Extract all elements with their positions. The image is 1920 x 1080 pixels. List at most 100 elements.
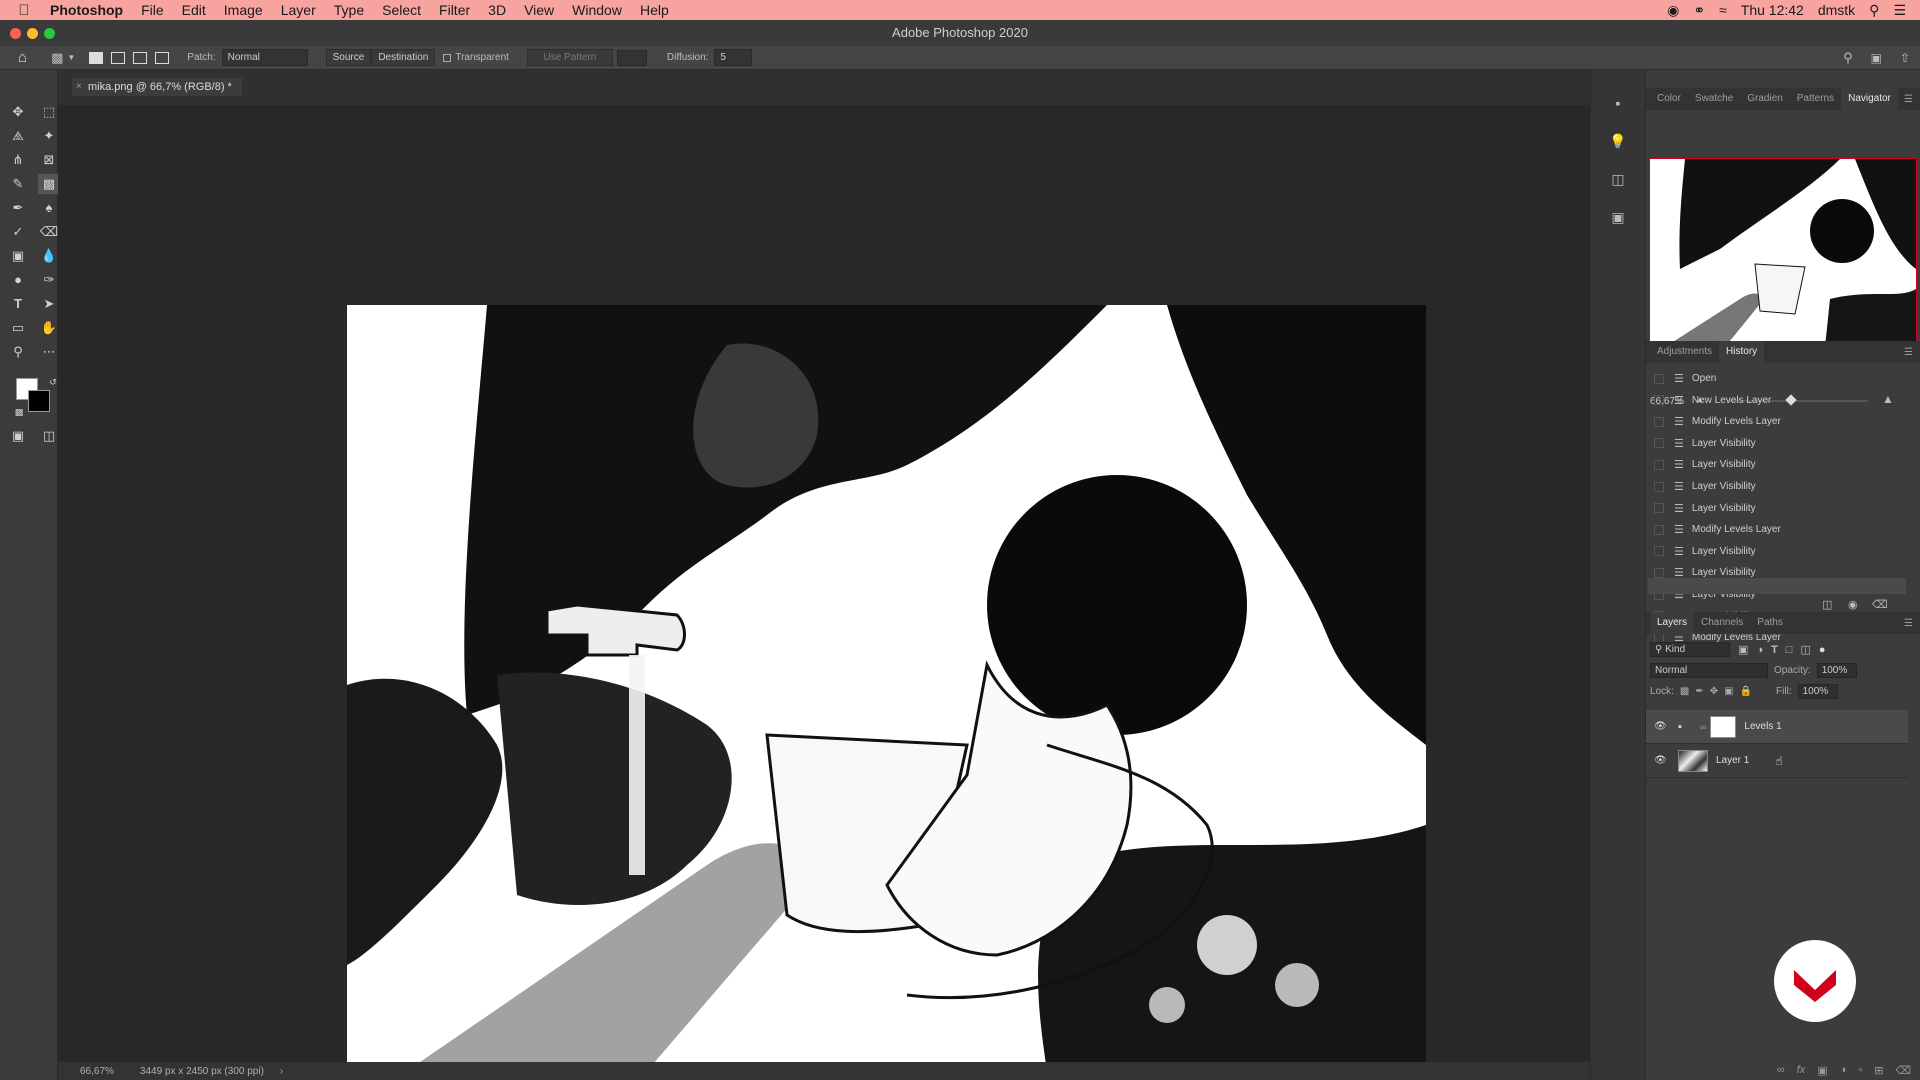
- history-brush-source-box[interactable]: [1654, 395, 1664, 406]
- share-icon[interactable]: ⇧: [1900, 51, 1910, 65]
- patch-mode-select[interactable]: Normal: [221, 49, 308, 66]
- history-state[interactable]: ☰ Layer Visibility: [1646, 433, 1906, 454]
- layer-visibility-eye-icon[interactable]: 👁: [1654, 755, 1668, 766]
- fill-input[interactable]: 100%: [1797, 684, 1838, 699]
- history-brush-tool-icon[interactable]: ✓: [7, 222, 29, 242]
- intersect-selection-icon[interactable]: [155, 51, 170, 64]
- history-state[interactable]: ☰ Modify Levels Layer: [1646, 519, 1906, 540]
- default-colors-icon[interactable]: ▩: [8, 402, 30, 422]
- crop-tool-icon[interactable]: ⋔: [7, 150, 29, 170]
- gradient-tool-icon[interactable]: ▣: [7, 246, 29, 266]
- clock[interactable]: Thu 12:42: [1741, 2, 1804, 18]
- status-menu-chevron-icon[interactable]: ›: [280, 1066, 283, 1077]
- tab-navigator[interactable]: Navigator: [1841, 88, 1898, 110]
- menu-layer[interactable]: Layer: [272, 2, 325, 18]
- menu-help[interactable]: Help: [631, 2, 678, 18]
- layer-row-layer-1[interactable]: 👁 Layer 1 ☝: [1646, 744, 1908, 778]
- spotlight-search-icon[interactable]: ⚲: [1869, 2, 1879, 19]
- delete-state-trash-icon[interactable]: ⌫: [1872, 598, 1888, 611]
- frame-tool-icon[interactable]: ⊠: [38, 150, 60, 170]
- history-brush-source-box[interactable]: [1654, 373, 1664, 384]
- properties-icon[interactable]: ▣: [1603, 204, 1633, 230]
- history-brush-source-box[interactable]: [1654, 481, 1664, 492]
- new-group-folder-icon[interactable]: ▫: [1858, 1064, 1862, 1076]
- menu-3d[interactable]: 3D: [479, 2, 515, 18]
- new-document-from-state-icon[interactable]: ◫: [1822, 598, 1832, 611]
- diffusion-input[interactable]: 5: [714, 49, 753, 66]
- libraries-icon[interactable]: ◫: [1603, 166, 1633, 192]
- layer-style-fx-icon[interactable]: fx: [1797, 1064, 1806, 1076]
- type-tool-icon[interactable]: T: [7, 294, 29, 314]
- add-mask-icon[interactable]: ▣: [1817, 1064, 1827, 1077]
- history-state[interactable]: ☰ Layer Visibility: [1646, 541, 1906, 562]
- layer-row-levels[interactable]: 👁 ▪ ∞ Levels 1: [1646, 710, 1908, 744]
- tab-channels[interactable]: Channels: [1694, 612, 1750, 634]
- learn-icon[interactable]: 💡: [1603, 128, 1633, 154]
- history-brush-source-box[interactable]: [1654, 438, 1664, 449]
- blur-tool-icon[interactable]: 💧: [38, 246, 60, 266]
- tab-layers[interactable]: Layers: [1650, 612, 1695, 634]
- marquee-tool-icon[interactable]: ⬚: [38, 102, 60, 122]
- menu-app[interactable]: Photoshop: [48, 2, 132, 18]
- layer-mask-thumbnail[interactable]: [1710, 715, 1737, 738]
- brush-tool-icon[interactable]: ✒: [7, 198, 29, 218]
- layer-visibility-eye-icon[interactable]: 👁: [1654, 721, 1668, 732]
- filter-adjustment-icon[interactable]: ◑: [1756, 644, 1763, 656]
- tab-paths[interactable]: Paths: [1750, 612, 1790, 634]
- tab-history[interactable]: History: [1719, 341, 1765, 363]
- patch-tool-icon[interactable]: ▩: [38, 174, 60, 194]
- layer-name[interactable]: Layer 1: [1716, 755, 1749, 766]
- more-tools-icon[interactable]: ⋯: [38, 342, 60, 362]
- filter-shape-icon[interactable]: □: [1786, 644, 1793, 656]
- layer-name[interactable]: Levels 1: [1744, 721, 1781, 732]
- link-layers-icon[interactable]: ∞: [1777, 1064, 1785, 1076]
- new-selection-icon[interactable]: [89, 51, 104, 64]
- eyedropper-tool-icon[interactable]: ✎: [7, 174, 29, 194]
- close-tab-icon[interactable]: ×: [76, 78, 82, 96]
- close-window-button[interactable]: [10, 28, 21, 39]
- menu-view[interactable]: View: [515, 2, 563, 18]
- dodge-tool-icon[interactable]: ●: [7, 270, 29, 290]
- apple-menu-icon[interactable]: : [0, 2, 48, 19]
- lasso-tool-icon[interactable]: ⧌: [7, 126, 29, 146]
- zoom-window-button[interactable]: [44, 28, 55, 39]
- history-brush-source-box[interactable]: [1654, 416, 1664, 427]
- navigator-preview[interactable]: [1649, 158, 1917, 348]
- filter-pixel-icon[interactable]: ▣: [1738, 643, 1748, 656]
- layer-kind-filter[interactable]: ⚲ Kind: [1650, 642, 1730, 657]
- tab-gradients[interactable]: Gradien: [1740, 88, 1790, 110]
- history-state[interactable]: ☰ Open: [1646, 368, 1906, 389]
- history-brush-source-box[interactable]: [1654, 524, 1664, 535]
- layer-thumbnail[interactable]: [1678, 749, 1708, 772]
- add-to-selection-icon[interactable]: [111, 51, 126, 64]
- lock-pixels-icon[interactable]: ✒: [1695, 686, 1703, 697]
- filter-smart-object-icon[interactable]: ◫: [1800, 643, 1810, 656]
- screen-mode-icon[interactable]: ◫: [38, 426, 60, 446]
- menu-filter[interactable]: Filter: [430, 2, 479, 18]
- canvas-area[interactable]: [58, 105, 1588, 1071]
- zoom-tool-icon[interactable]: ⚲: [7, 342, 29, 362]
- history-state[interactable]: ☰ Modify Levels Layer: [1646, 411, 1906, 432]
- lock-position-icon[interactable]: ✥: [1710, 686, 1718, 697]
- lock-transparent-icon[interactable]: ▩: [1680, 686, 1689, 697]
- history-brush-source-box[interactable]: [1654, 503, 1664, 514]
- filter-type-icon[interactable]: T: [1771, 644, 1778, 656]
- history-state[interactable]: ☰ Layer Visibility: [1646, 454, 1906, 475]
- search-icon[interactable]: ⚲: [1843, 50, 1853, 66]
- home-icon[interactable]: ⌂: [18, 49, 27, 66]
- new-layer-icon[interactable]: ⊞: [1874, 1064, 1883, 1077]
- history-brush-source-box[interactable]: [1654, 546, 1664, 557]
- menu-file[interactable]: File: [132, 2, 173, 18]
- document-tab[interactable]: × mika.png @ 66,7% (RGB/8) *: [72, 78, 242, 96]
- history-state[interactable]: ☰ New Levels Layer: [1646, 390, 1906, 411]
- blend-mode-select[interactable]: Normal: [1650, 663, 1768, 678]
- background-color-swatch[interactable]: [28, 390, 50, 412]
- transparent-checkbox[interactable]: [443, 53, 452, 62]
- wifi-icon[interactable]: ≈: [1719, 2, 1727, 18]
- menu-select[interactable]: Select: [373, 2, 430, 18]
- tab-adjustments[interactable]: Adjustments: [1650, 341, 1719, 363]
- artwork-canvas[interactable]: [347, 305, 1426, 1071]
- lock-all-icon[interactable]: 🔒: [1740, 686, 1752, 697]
- tab-patterns[interactable]: Patterns: [1790, 88, 1841, 110]
- mask-link-icon[interactable]: ∞: [1700, 722, 1706, 732]
